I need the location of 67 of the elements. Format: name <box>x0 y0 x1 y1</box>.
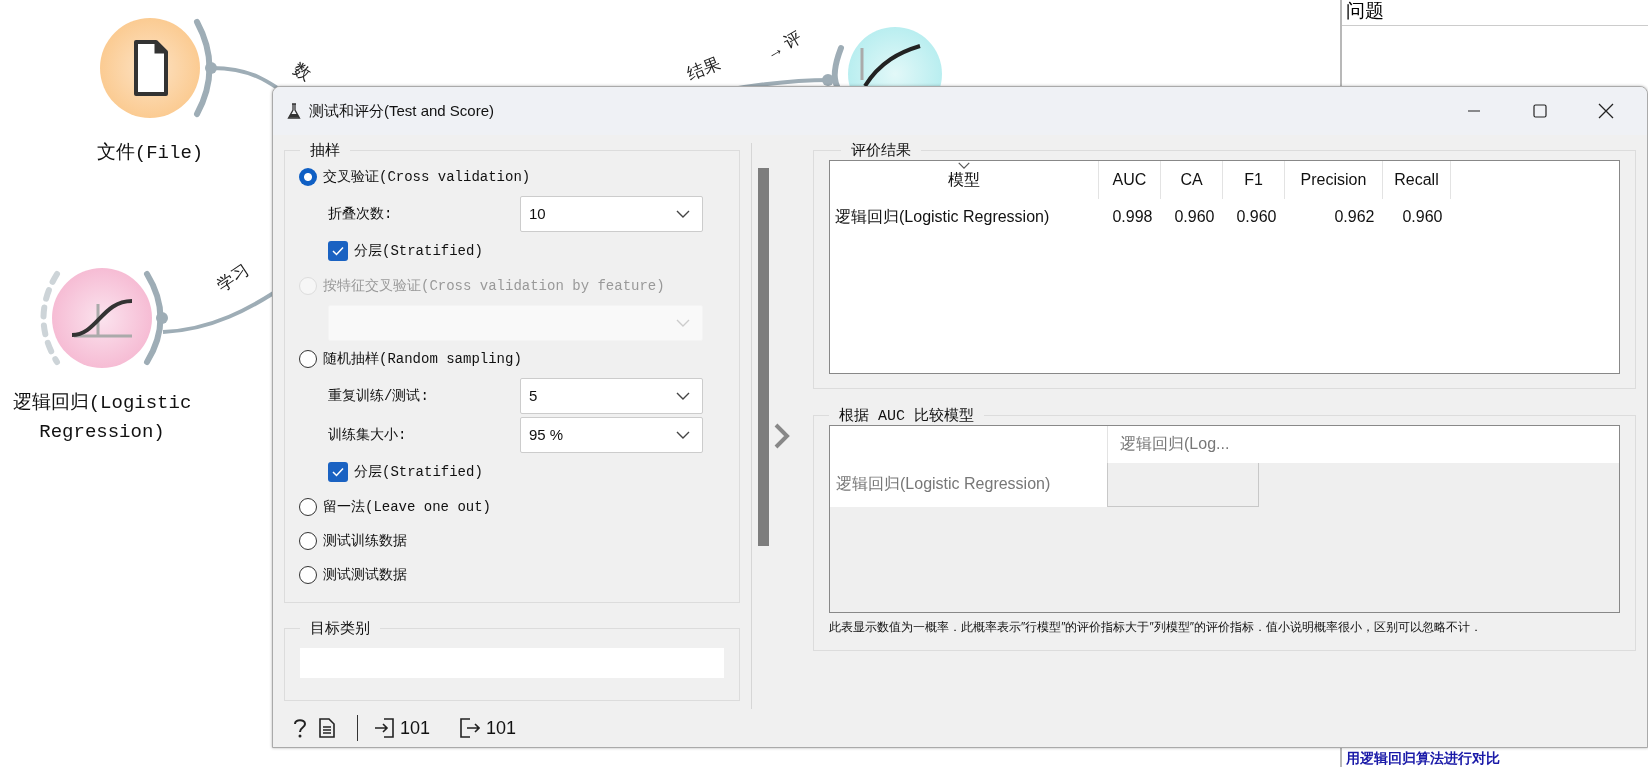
radio-button[interactable] <box>299 350 317 368</box>
table-cell: 0.962 <box>1284 199 1383 235</box>
checkbox[interactable] <box>328 241 348 261</box>
link-label: 数 <box>289 59 315 85</box>
chevron-down-icon <box>676 391 690 400</box>
group-title: 评价结果 <box>850 141 912 160</box>
chevron-down-icon <box>676 209 690 218</box>
link-label: → 评 <box>762 27 806 64</box>
checkbox[interactable] <box>328 462 348 482</box>
checkbox-label: 分层(Stratified) <box>354 463 483 481</box>
radio-button[interactable] <box>299 168 317 186</box>
column-header[interactable]: 模型 <box>830 161 1099 199</box>
node-label: 逻辑回归(Logistic Regression) <box>11 391 193 445</box>
setting-label: 重复训练/测试: <box>328 386 430 405</box>
group-title: 抽样 <box>309 141 341 160</box>
group-title: 目标类别 <box>309 619 371 638</box>
document-icon <box>319 718 335 738</box>
option-label: 交叉验证(Cross validation) <box>323 168 531 186</box>
table-note: 此表显示数值为一概率．此概率表示″行模型″的评价指标大于″列模型″的评价指标．值小说明概率很小，区别可以忽略不计． <box>829 619 1483 636</box>
table-cell: 0.960 <box>1222 199 1285 235</box>
option-label: 留一法(Leave one out) <box>323 498 492 516</box>
setting-label: 训练集大小: <box>328 425 408 444</box>
check-icon <box>332 246 344 256</box>
table-cell: 0.960 <box>1382 199 1451 235</box>
help-icon <box>293 718 307 738</box>
output-icon <box>460 718 481 738</box>
page-heading: 问题 <box>1342 0 1648 26</box>
flask-icon <box>287 102 301 120</box>
page-heading-text: 用逻辑回归算法进行对比 <box>1346 751 1500 766</box>
window-title: 测试和评分(Test and Score) <box>309 101 496 121</box>
table-cell: 0.960 <box>1160 199 1223 235</box>
group-title: 根据 AUC 比较模型 <box>838 406 975 425</box>
node-label: 文件(File) <box>95 141 205 166</box>
check-icon <box>332 467 344 477</box>
chevron-down-icon <box>676 430 690 439</box>
input-icon <box>374 718 394 738</box>
column-header[interactable]: Precision <box>1284 161 1383 199</box>
column-header[interactable]: Recall <box>1382 161 1451 199</box>
file-node[interactable] <box>100 18 217 118</box>
column-header[interactable]: F1 <box>1222 161 1285 199</box>
logistic-regression-node[interactable] <box>40 268 168 368</box>
option-label: 随机抽样(Random sampling) <box>323 350 522 368</box>
radio-button[interactable] <box>299 532 317 550</box>
radio-button[interactable] <box>299 566 317 584</box>
dropdown[interactable]: 95 % <box>520 416 703 453</box>
column-header[interactable]: AUC <box>1098 161 1161 199</box>
chevron-right-icon <box>773 423 791 449</box>
column-header[interactable]: CA <box>1160 161 1223 199</box>
close-icon <box>1598 103 1614 119</box>
radio-button[interactable] <box>299 498 317 516</box>
dropdown[interactable]: 5 <box>520 377 703 414</box>
table-cell: 逻辑回归(Logistic Regression) <box>830 199 1099 235</box>
output-count: 101 <box>486 717 517 739</box>
option-label: 测试测试数据 <box>323 566 407 584</box>
checkbox-label: 分层(Stratified) <box>354 242 483 260</box>
option-label: 按特征交叉验证(Cross validation by feature) <box>323 277 665 295</box>
input-count: 101 <box>400 717 431 739</box>
setting-label: 折叠次数: <box>328 204 394 223</box>
table-cell: 0.998 <box>1098 199 1161 235</box>
link-label: 结果 <box>684 53 723 84</box>
option-label: 测试训练数据 <box>323 532 407 550</box>
sort-indicator-icon <box>957 162 971 169</box>
splitter-handle[interactable] <box>758 168 769 546</box>
dropdown[interactable]: 10 <box>520 195 703 232</box>
chevron-down-icon <box>676 318 690 327</box>
link-label: 学习 <box>213 260 253 296</box>
maximize-icon <box>1533 104 1547 118</box>
